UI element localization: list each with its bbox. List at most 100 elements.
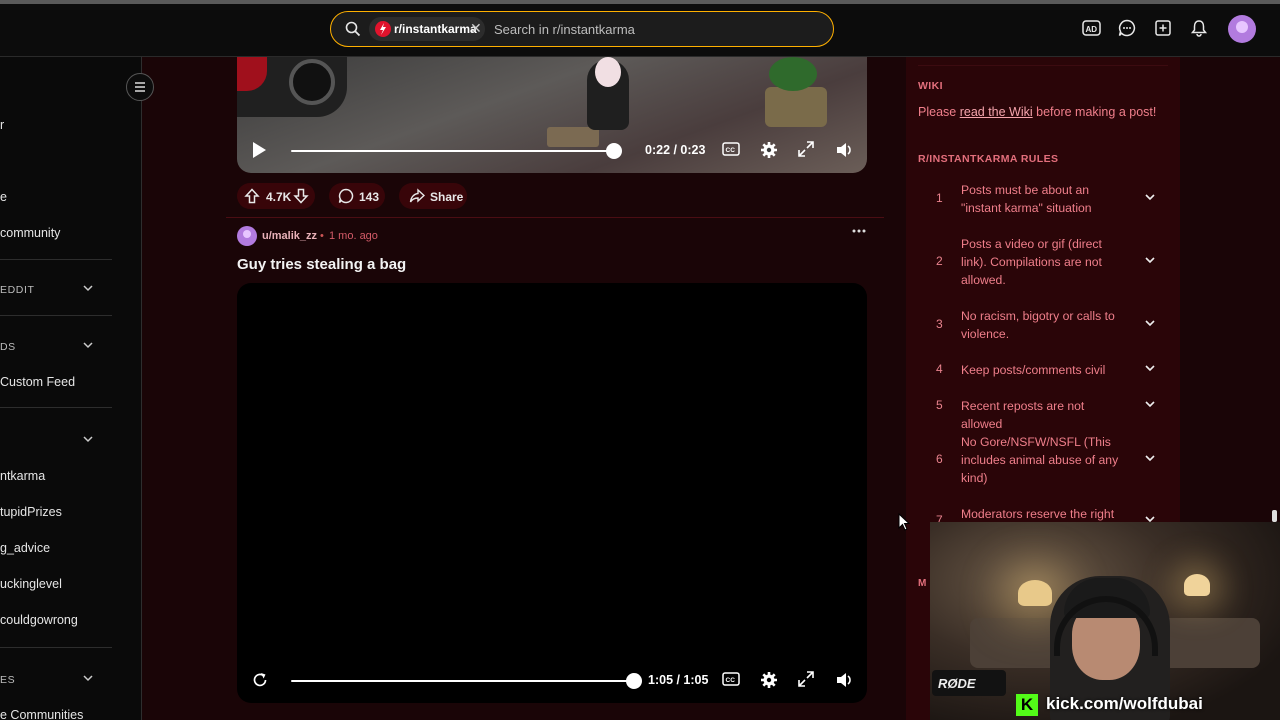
rule-text: No racism, bigotry or calls to violence. [961, 309, 1115, 341]
rule-text: No Gore/NSFW/NSFL (This includes animal … [961, 435, 1119, 485]
video-time: 0:22 / 0:23 [645, 143, 706, 157]
panel-divider [918, 65, 1168, 66]
post-video-player[interactable]: 0:22 / 0:23 CC [237, 57, 867, 173]
vote-count: 4.7K [266, 190, 292, 204]
author-avatar[interactable] [237, 226, 257, 246]
sidebar-item-2[interactable]: e [0, 190, 7, 204]
share-label: Share [430, 190, 464, 204]
settings-gear-icon[interactable] [760, 141, 778, 159]
sidebar-divider [0, 259, 112, 260]
sidebar-item-community[interactable]: community [0, 226, 60, 240]
sidebar-item-community-2[interactable]: tupidPrizes [0, 505, 62, 519]
volume-icon[interactable] [835, 671, 853, 689]
kick-logo-icon: K [1016, 694, 1038, 716]
rule-number: 1 [936, 191, 943, 205]
sidebar-item-communities[interactable]: e Communities [0, 708, 83, 720]
captions-icon[interactable]: CC [722, 671, 740, 687]
chevron-down-icon[interactable] [1144, 191, 1156, 203]
chat-icon[interactable] [1118, 19, 1136, 37]
rule-number: 6 [936, 452, 943, 466]
post-separator [226, 217, 884, 218]
remove-chip-icon[interactable]: ✕ [470, 20, 482, 37]
sidebar-item-custom-feed[interactable]: Custom Feed [0, 375, 75, 389]
vote-group: 4.7K [237, 183, 315, 209]
svg-text:CC: CC [726, 677, 736, 684]
wiki-text-before: Please [918, 105, 960, 119]
chip-label: r/instantkarma [394, 22, 477, 36]
post-video-player[interactable]: 1:05 / 1:05 CC [237, 283, 867, 703]
video-controls: 1:05 / 1:05 CC [237, 659, 867, 703]
page-scrollbar[interactable] [1272, 510, 1277, 522]
chevron-down-icon[interactable] [82, 339, 94, 351]
chevron-down-icon[interactable] [1144, 452, 1156, 464]
chevron-down-icon[interactable] [1144, 362, 1156, 374]
volume-icon[interactable] [835, 141, 853, 159]
rule-number: 5 [936, 398, 943, 412]
sidebar-divider [0, 315, 112, 316]
search-bar[interactable]: r/instantkarma ✕ Search in r/instantkarm… [330, 11, 834, 47]
left-sidebar: r e community EDDIT DS Custom Feed ntkar… [0, 57, 142, 720]
sidebar-item-community-1[interactable]: ntkarma [0, 469, 45, 483]
comments-button[interactable]: 143 [329, 183, 385, 209]
avatar-face [1236, 21, 1248, 33]
replay-icon[interactable] [251, 671, 269, 689]
video-scrubber-handle[interactable] [626, 673, 642, 689]
wiki-link[interactable]: read the Wiki [960, 105, 1033, 119]
chevron-down-icon[interactable] [1144, 317, 1156, 329]
post-title[interactable]: Guy tries stealing a bag [237, 256, 406, 273]
author-avatar-face [243, 230, 251, 238]
browser-edge [0, 0, 1280, 4]
advertise-icon[interactable]: AD [1082, 19, 1101, 37]
settings-gear-icon[interactable] [760, 671, 778, 689]
streamer-webcam-overlay: RØDE [930, 522, 1280, 720]
sidebar-section-reddit[interactable]: EDDIT [0, 284, 35, 296]
comment-count: 143 [359, 190, 380, 204]
search-placeholder[interactable]: Search in r/instantkarma [494, 22, 635, 37]
webcam-lamp-left [1018, 580, 1052, 606]
webcam-lamp-right [1184, 574, 1210, 596]
user-avatar[interactable] [1228, 15, 1256, 43]
rule-number: 4 [936, 362, 943, 376]
rule-text: Keep posts/comments civil [961, 363, 1106, 377]
share-button[interactable]: Share [399, 183, 467, 209]
notifications-icon[interactable] [1190, 19, 1208, 37]
rules-heading: R/INSTANTKARMA RULES [918, 153, 1059, 165]
chevron-down-icon[interactable] [1144, 254, 1156, 266]
upvote-icon[interactable] [244, 188, 260, 204]
captions-icon[interactable]: CC [722, 141, 740, 157]
fullscreen-icon[interactable] [798, 141, 814, 157]
video-progress-bar[interactable] [291, 680, 634, 682]
video-frame-person-head [595, 57, 621, 87]
rule-text: Recent reposts are not allowed [961, 399, 1085, 431]
sidebar-item-community-3[interactable]: g_advice [0, 541, 50, 555]
sidebar-item-community-4[interactable]: uckinglevel [0, 577, 62, 591]
post-author[interactable]: u/malik_zz [262, 230, 317, 242]
sidebar-item-community-5[interactable]: couldgowrong [0, 613, 78, 627]
more-options-icon[interactable] [852, 228, 866, 234]
top-navigation-bar: r/instantkarma ✕ Search in r/instantkarm… [0, 0, 1280, 57]
video-scrubber-handle[interactable] [606, 143, 622, 159]
mouse-cursor-icon [898, 513, 910, 531]
video-progress-bar[interactable] [291, 150, 614, 152]
wiki-heading: WIKI [918, 80, 943, 92]
share-icon [409, 188, 425, 204]
rule-number: 3 [936, 317, 943, 331]
sidebar-section-feeds[interactable]: DS [0, 341, 16, 353]
downvote-icon[interactable] [293, 188, 309, 204]
sidebar-divider [0, 647, 112, 648]
chevron-down-icon[interactable] [82, 282, 94, 294]
sidebar-section-resources[interactable]: ES [0, 674, 15, 686]
chevron-down-icon[interactable] [82, 433, 94, 445]
collapse-sidebar-button[interactable] [126, 73, 154, 101]
chevron-down-icon[interactable] [1144, 398, 1156, 410]
chevron-down-icon[interactable] [82, 672, 94, 684]
svg-text:AD: AD [1086, 25, 1098, 34]
sidebar-item-1[interactable]: r [0, 118, 4, 132]
fullscreen-icon[interactable] [798, 671, 814, 687]
subreddit-search-chip[interactable]: r/instantkarma ✕ [369, 17, 485, 41]
wiki-text-after: before making a post! [1032, 105, 1157, 119]
play-icon[interactable] [251, 141, 267, 159]
create-post-icon[interactable] [1154, 19, 1172, 37]
subreddit-icon [375, 21, 391, 37]
video-controls: 0:22 / 0:23 CC [237, 129, 867, 173]
